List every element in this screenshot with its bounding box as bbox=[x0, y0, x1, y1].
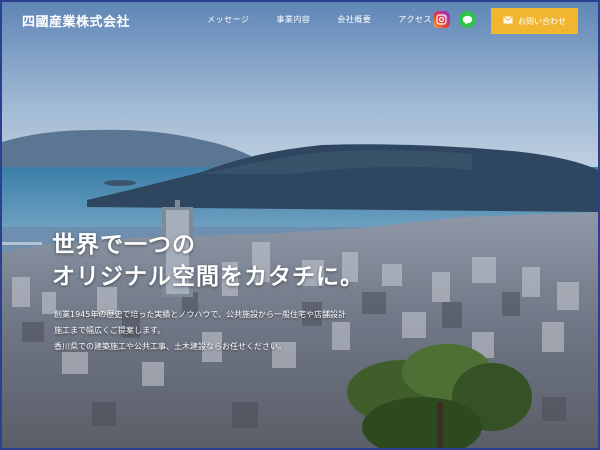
nav-link-access[interactable]: アクセス bbox=[398, 14, 432, 25]
contact-button[interactable]: お問い合わせ bbox=[491, 8, 578, 34]
hero-title: 世界で一つの オリジナル空間をカタチに。 bbox=[52, 229, 364, 293]
nav-link-company[interactable]: 会社概要 bbox=[337, 14, 371, 25]
social-links bbox=[433, 11, 476, 28]
mail-icon bbox=[503, 16, 513, 26]
line-icon[interactable] bbox=[459, 11, 476, 28]
main-nav: メッセージ 事業内容 会社概要 アクセス bbox=[207, 14, 459, 25]
nav-link-business[interactable]: 事業内容 bbox=[276, 14, 310, 25]
hero-background-image bbox=[2, 2, 598, 448]
site-header: 四國産業株式会社 メッセージ 事業内容 会社概要 アクセス お問い合わせ bbox=[2, 2, 598, 40]
hero-description-line: 香川県での建築施工や公共工事、土木建設ならお任せください。 bbox=[54, 342, 286, 351]
nav-link-message[interactable]: メッセージ bbox=[207, 14, 249, 25]
page-frame: 四國産業株式会社 メッセージ 事業内容 会社概要 アクセス お問い合わせ 世界で… bbox=[0, 0, 600, 450]
instagram-icon[interactable] bbox=[433, 11, 450, 28]
hero-description-line: 創業1945年の歴史で培った実績とノウハウで、公共施設から一般住宅や店舗設計 bbox=[54, 310, 347, 319]
hero-title-line: 世界で一つの bbox=[52, 232, 196, 258]
hero-description: 創業1945年の歴史で培った実績とノウハウで、公共施設から一般住宅や店舗設計 施… bbox=[54, 307, 346, 355]
hero-title-line: オリジナル空間をカタチに。 bbox=[52, 264, 364, 290]
hero-description-line: 施工まで幅広くご提案します。 bbox=[54, 326, 166, 335]
company-logo[interactable]: 四國産業株式会社 bbox=[22, 11, 130, 30]
contact-button-label: お問い合わせ bbox=[518, 16, 566, 26]
